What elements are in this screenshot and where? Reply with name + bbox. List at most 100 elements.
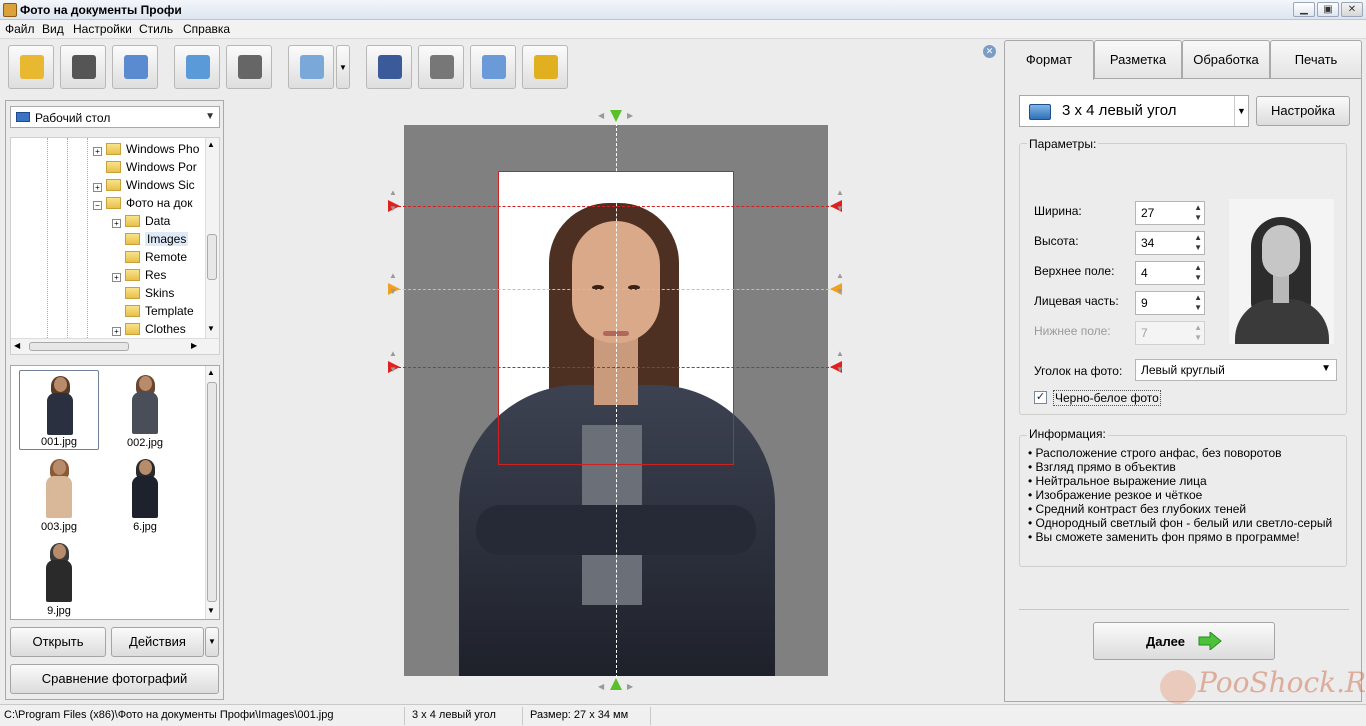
info-group: Расположение строго анфас, без поворотов… [1019, 435, 1347, 567]
param-value: 34 [1141, 236, 1155, 250]
tree-vertical-scrollbar[interactable]: ▲ ▼ [205, 138, 219, 338]
folder-icon [125, 269, 140, 281]
id-card-icon [1029, 104, 1051, 120]
move-arrows-icon: ◀ [598, 682, 605, 691]
thumbnail-item[interactable]: 001.jpg [19, 370, 99, 450]
thumbnail-item[interactable]: 003.jpg [19, 454, 99, 534]
monitor-dropdown-button[interactable]: ▼ [336, 45, 350, 89]
thumbnail-item[interactable]: 002.jpg [105, 370, 185, 450]
compare-photos-button[interactable]: Сравнение фотографий [10, 664, 219, 694]
format-select[interactable]: 3 х 4 левый угол ▼ [1019, 95, 1249, 127]
folder-icon [125, 287, 140, 299]
camera-button[interactable] [226, 45, 272, 89]
close-button[interactable]: ✕ [1341, 2, 1363, 17]
user-button[interactable] [174, 45, 220, 89]
tab-format[interactable]: Формат [1004, 40, 1094, 80]
tree-item[interactable]: + Windows Sic [93, 176, 195, 194]
help-book-icon [378, 55, 402, 79]
watermark-logo-icon [1160, 670, 1196, 704]
tree-item[interactable]: + Data [112, 212, 170, 230]
expand-toggle-icon[interactable]: + [112, 273, 121, 282]
home-button[interactable] [470, 45, 516, 89]
menu-settings[interactable]: Настройки [73, 22, 132, 36]
thumbnail-item[interactable]: 9.jpg [19, 538, 99, 618]
tab-markup[interactable]: Разметка [1094, 40, 1182, 78]
thumbnail-item[interactable]: 6.jpg [105, 454, 185, 534]
center-guide-bottom-handle[interactable] [610, 678, 622, 690]
thumbnail-label: 003.jpg [40, 521, 78, 533]
monitor-button[interactable] [288, 45, 334, 89]
desktop-icon [16, 112, 30, 122]
tree-item-label: Template [145, 304, 194, 318]
watermark-text: PooShock.Ru [1198, 666, 1366, 699]
move-arrows-icon: ▶ [627, 111, 634, 120]
thumbs-scrollbar[interactable]: ▲ ▼ [205, 366, 219, 619]
eye-line-guide[interactable] [398, 289, 834, 290]
expand-toggle-icon[interactable]: − [93, 201, 102, 210]
menu-file[interactable]: Файл [5, 22, 35, 36]
shop-cart-button[interactable] [522, 45, 568, 89]
param-spinner[interactable]: 27 ▲ ▼ [1135, 201, 1205, 225]
move-arrows-icon: ▶ [627, 682, 634, 691]
top-field-guide[interactable] [398, 206, 834, 207]
tree-item[interactable]: + Clothes [112, 320, 186, 338]
next-button[interactable]: Далее [1093, 622, 1275, 660]
status-size: Размер: 27 х 34 мм [530, 709, 629, 721]
help-book-button[interactable] [366, 45, 412, 89]
spinner-arrows-icon: ▲ ▼ [1194, 263, 1202, 282]
chin-guide[interactable] [398, 367, 834, 368]
actions-button[interactable]: Действия [111, 627, 204, 657]
window-title: Фото на документы Профи [20, 3, 182, 17]
open-folder-button[interactable] [8, 45, 54, 89]
center-guide-top-handle[interactable] [610, 110, 622, 122]
video-reel-button[interactable] [418, 45, 464, 89]
tree-item[interactable]: Template [112, 302, 194, 320]
tree-item[interactable]: Images [112, 230, 189, 248]
tree-item[interactable]: Windows Por [93, 158, 197, 176]
param-value: 4 [1141, 266, 1148, 280]
tree-item[interactable]: Remote [112, 248, 187, 266]
divider [1019, 609, 1349, 610]
tree-item[interactable]: Skins [112, 284, 174, 302]
chevron-down-icon: ▼ [205, 111, 215, 122]
tab-processing[interactable]: Обработка [1182, 40, 1270, 78]
thumbnail-image [44, 459, 74, 518]
tree-horizontal-scrollbar[interactable]: ◀ ▶ [11, 338, 219, 354]
param-spinner[interactable]: 4 ▲ ▼ [1135, 261, 1205, 285]
expand-toggle-icon[interactable]: + [93, 183, 102, 192]
expand-toggle-icon[interactable]: + [112, 327, 121, 336]
tree-item[interactable]: − Фото на док [93, 194, 192, 212]
maximize-button[interactable]: ▣ [1317, 2, 1339, 17]
expand-toggle-icon[interactable]: + [93, 147, 102, 156]
menu-style[interactable]: Стиль [139, 22, 173, 36]
close-panel-icon[interactable]: ✕ [983, 45, 996, 58]
tree-item[interactable]: + Res [112, 266, 166, 284]
thumbnail-image [44, 543, 74, 602]
save-icon [72, 55, 96, 79]
tree-connector [112, 289, 121, 298]
open-button[interactable]: Открыть [10, 627, 106, 657]
print-button[interactable] [112, 45, 158, 89]
toolbar: ▼ [0, 40, 1004, 92]
tree-item-label: Data [145, 214, 171, 228]
minimize-button[interactable]: ▁ [1293, 2, 1315, 17]
param-spinner[interactable]: 34 ▲ ▼ [1135, 231, 1205, 255]
format-settings-button[interactable]: Настройка [1256, 96, 1350, 126]
menu-view[interactable]: Вид [42, 22, 64, 36]
param-value: 9 [1141, 296, 1148, 310]
folder-icon [106, 143, 121, 155]
right-panel: Формат Разметка Обработка Печать 3 х 4 л… [1004, 40, 1362, 702]
bw-photo-checkbox[interactable]: ✓ [1034, 391, 1047, 404]
corner-select[interactable]: Левый круглый ▼ [1135, 359, 1337, 381]
save-button[interactable] [60, 45, 106, 89]
actions-dropdown-button[interactable]: ▼ [205, 627, 219, 657]
menu-help[interactable]: Справка [183, 22, 230, 36]
tree-item-label: Фото на док [126, 196, 193, 210]
param-spinner[interactable]: 9 ▲ ▼ [1135, 291, 1205, 315]
tree-item[interactable]: + Windows Pho [93, 140, 199, 158]
tab-print[interactable]: Печать [1270, 40, 1362, 78]
status-format: 3 х 4 левый угол [412, 709, 496, 721]
folder-select[interactable]: Рабочий стол ▼ [10, 106, 220, 128]
bw-photo-label[interactable]: Черно-белое фото [1053, 390, 1161, 406]
expand-toggle-icon[interactable]: + [112, 219, 121, 228]
